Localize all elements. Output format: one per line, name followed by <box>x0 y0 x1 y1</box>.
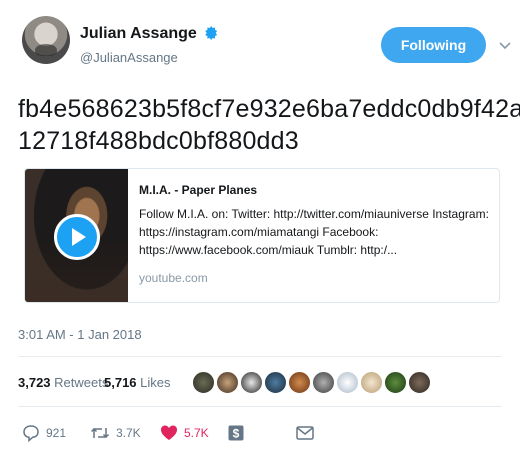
tweet-text-line-2: 12718f488bdc0bf880dd3 <box>18 127 299 155</box>
dollar-icon: $ <box>228 425 244 441</box>
user-name[interactable]: Julian Assange <box>80 25 197 43</box>
mail-icon <box>296 426 314 440</box>
reply-action[interactable]: 921 <box>22 423 66 443</box>
avatar[interactable] <box>22 16 70 64</box>
tweet-header: Julian Assange @JulianAssange Following <box>18 14 511 76</box>
chevron-down-icon[interactable] <box>499 42 511 50</box>
liker-avatar[interactable] <box>288 371 311 394</box>
tweet-text-line-1: fb4e568623b5f8cf7e932e6ba7eddc0db9f42a7 <box>18 95 520 123</box>
retweet-icon <box>90 427 110 439</box>
retweets-stat[interactable]: 3,723 Retweets <box>18 375 108 390</box>
like-count: 5.7K <box>184 426 209 440</box>
liker-avatar[interactable] <box>216 371 239 394</box>
retweet-count: 3.7K <box>116 426 141 440</box>
reply-icon <box>23 425 39 442</box>
card-description-line-2: https://instagram.com/miamatangi Faceboo… <box>139 225 379 239</box>
verified-badge-icon <box>205 26 218 40</box>
tweet-timestamp[interactable]: 3:01 AM - 1 Jan 2018 <box>18 327 142 342</box>
tip-action[interactable]: $ <box>228 423 244 443</box>
direct-message-action[interactable] <box>296 423 314 443</box>
liker-avatar[interactable] <box>312 371 335 394</box>
liker-avatar[interactable] <box>264 371 287 394</box>
card-description-line-1: Follow M.I.A. on: Twitter: http://twitte… <box>139 207 489 221</box>
liker-avatar[interactable] <box>192 371 215 394</box>
following-button[interactable]: Following <box>381 27 486 63</box>
tweet-actions: 921 3.7K 5.7K $ <box>18 423 498 447</box>
reply-count: 921 <box>46 426 67 440</box>
likes-count: 5,716 <box>104 375 137 390</box>
card-description: Follow M.I.A. on: Twitter: http://twitte… <box>139 205 491 259</box>
likes-label: Likes <box>140 375 171 390</box>
svg-text:$: $ <box>233 427 240 441</box>
play-button[interactable] <box>54 214 100 260</box>
card-title[interactable]: M.I.A. - Paper Planes <box>139 183 257 197</box>
liker-avatar[interactable] <box>408 371 431 394</box>
like-action[interactable]: 5.7K <box>160 423 209 443</box>
card-description-line-3: https://www.facebook.com/miauk Tumblr: h… <box>139 243 398 257</box>
divider-bottom <box>18 406 502 407</box>
retweet-action[interactable]: 3.7K <box>90 423 141 443</box>
play-icon <box>72 228 86 246</box>
card-domain: youtube.com <box>139 271 208 285</box>
liker-avatar[interactable] <box>336 371 359 394</box>
liker-avatar[interactable] <box>384 371 407 394</box>
likes-stat[interactable]: 5,716 Likes <box>104 375 171 390</box>
tweet-text: fb4e568623b5f8cf7e932e6ba7eddc0db9f42a7 … <box>18 93 520 157</box>
liker-avatar[interactable] <box>240 371 263 394</box>
video-thumbnail[interactable] <box>25 169 128 302</box>
retweets-count: 3,723 <box>18 375 51 390</box>
retweets-label: Retweets <box>54 375 109 390</box>
liker-avatar[interactable] <box>360 371 383 394</box>
heart-icon <box>161 425 177 440</box>
link-card[interactable]: M.I.A. - Paper Planes Follow M.I.A. on: … <box>24 168 500 303</box>
user-handle[interactable]: @JulianAssange <box>80 50 178 65</box>
divider-top <box>18 356 502 357</box>
